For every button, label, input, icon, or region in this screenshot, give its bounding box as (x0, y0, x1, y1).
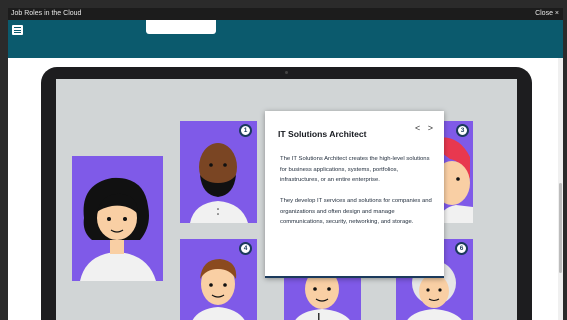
person-card-4[interactable]: 4 (180, 239, 257, 320)
card-number-badge-4[interactable]: 4 (239, 242, 252, 255)
chevron-right-icon[interactable]: > (428, 123, 433, 133)
popup-paragraph: They develop IT services and solutions f… (280, 198, 432, 226)
app-window: Job Roles in the Cloud Close × 1 3 4 6 I… (0, 0, 567, 320)
card-number-badge-3[interactable]: 3 (456, 124, 469, 137)
header-tab (146, 20, 216, 34)
woman-avatar-icon (80, 177, 156, 281)
card-number-badge-6[interactable]: 6 (455, 242, 468, 255)
person-card-1[interactable]: 1 (180, 121, 257, 223)
popup-paragraph: The IT Solutions Architect creates the h… (280, 156, 430, 184)
person-card-left (72, 156, 163, 281)
laptop-camera (285, 71, 288, 74)
title-bar: Job Roles in the Cloud Close × (8, 8, 563, 20)
menu-icon[interactable] (12, 25, 23, 35)
popup-navigation: < > (410, 123, 433, 133)
card-number-badge-1[interactable]: 1 (239, 124, 252, 137)
course-content: 1 3 4 6 IT Solutions Architect < > The I… (8, 20, 563, 320)
scrollbar[interactable] (558, 58, 563, 320)
role-detail-popup: IT Solutions Architect < > The IT Soluti… (265, 111, 444, 278)
course-header (8, 20, 563, 58)
scrollbar-thumb[interactable] (559, 183, 562, 273)
popup-body: The IT Solutions Architect creates the h… (280, 154, 436, 239)
popup-title: IT Solutions Architect (278, 129, 367, 139)
window-title: Job Roles in the Cloud (11, 10, 82, 17)
close-button[interactable]: Close × (535, 8, 559, 20)
chevron-left-icon[interactable]: < (415, 123, 420, 133)
